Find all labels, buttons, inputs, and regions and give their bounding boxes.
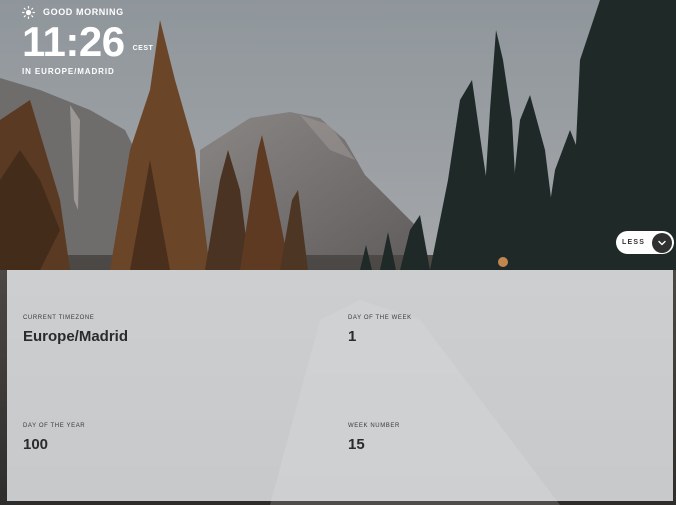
week-number-info: WEEK NUMBER 15 [348,423,400,453]
greeting: GOOD MORNING [22,5,124,19]
day-of-year-value: 100 [23,436,49,453]
less-toggle-button[interactable]: LESS [616,231,674,254]
location-text: IN EUROPE/MADRID [22,67,115,76]
current-timezone-info: CURRENT TIMEZONE Europe/Madrid [23,315,128,345]
day-of-week-label: DAY OF THE WEEK [348,315,412,321]
day-of-week-value: 1 [348,328,357,345]
day-of-week-info: DAY OF THE WEEK 1 [348,315,412,345]
day-of-year-label: DAY OF THE YEAR [23,423,86,429]
timezone-abbreviation: CEST [132,45,154,52]
week-number-value: 15 [348,436,365,453]
current-timezone-value: Europe/Madrid [23,328,129,345]
chevron-down-icon [652,232,672,253]
week-number-label: WEEK NUMBER [348,423,400,429]
day-of-year-info: DAY OF THE YEAR 100 [23,423,85,453]
greeting-text: GOOD MORNING [43,7,124,17]
clock: 11:26 CEST [22,18,153,66]
current-timezone-label: CURRENT TIMEZONE [23,315,95,321]
current-time: 11:26 [22,18,125,65]
sun-icon [22,5,35,19]
details-panel: CURRENT TIMEZONE Europe/Madrid DAY OF TH… [7,270,673,501]
toggle-label: LESS [622,239,646,246]
